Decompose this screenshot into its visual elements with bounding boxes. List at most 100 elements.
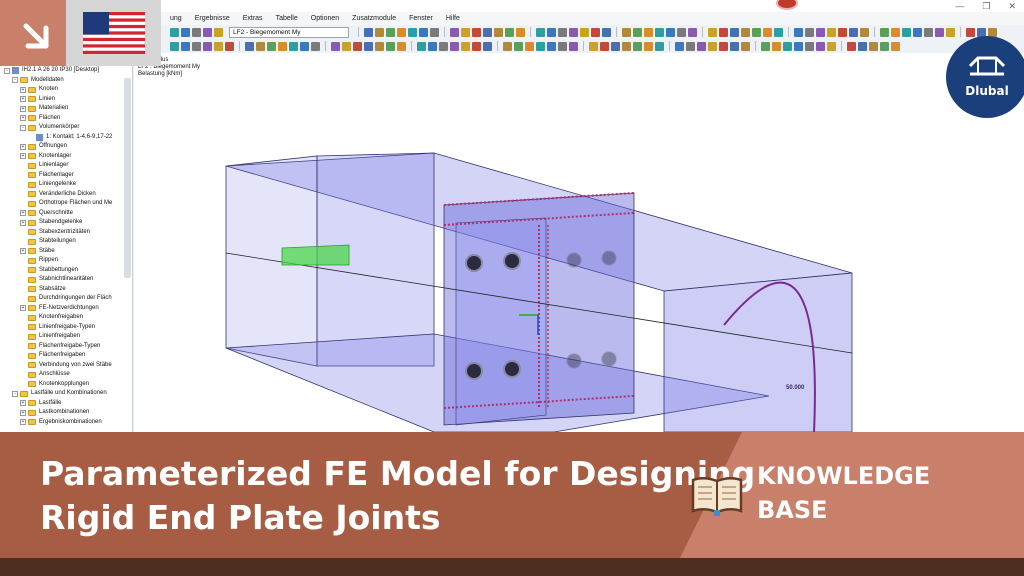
toolbar-button-icon[interactable] [935,27,944,37]
toolbar-button-icon[interactable] [891,41,900,51]
expand-icon[interactable]: + [20,248,26,255]
expand-icon[interactable]: + [20,115,26,122]
navigator-item[interactable]: + Öffnungen [0,142,132,152]
toolbar-button-icon[interactable] [408,27,417,37]
navigator-item[interactable]: - Lastfälle und Kombinationen [0,389,132,399]
toolbar-button-icon[interactable] [849,27,858,37]
toolbar-button-icon[interactable] [214,27,223,37]
navigator-item[interactable]: - IH2.1 A 26 20 tP30 [Desktop] [0,66,132,76]
toolbar-button-icon[interactable] [741,41,750,51]
menu-item[interactable]: Tabelle [276,12,298,25]
toolbar-button-icon[interactable] [311,41,320,51]
toolbar-button-icon[interactable] [256,41,265,51]
menu-item[interactable]: Zusatzmodule [352,12,396,25]
navigator-item[interactable]: 1: Kontakt; 1-4,6-9,17-22 [0,133,132,143]
toolbar-button-icon[interactable] [783,41,792,51]
toolbar-button-icon[interactable] [419,27,428,37]
toolbar-button-icon[interactable] [600,41,609,51]
toolbar-button-icon[interactable] [364,41,373,51]
toolbar-button-icon[interactable] [214,41,223,51]
toolbar-button-icon[interactable] [847,41,856,51]
navigator-item[interactable]: Flächenfreigabe-Typen [0,342,132,352]
toolbar-button-icon[interactable] [622,27,631,37]
toolbar-button-icon[interactable] [589,41,598,51]
toolbar-button-icon[interactable] [439,41,448,51]
toolbar-button-icon[interactable] [644,41,653,51]
toolbar-button-icon[interactable] [633,27,642,37]
menu-item[interactable]: ung [170,12,182,25]
navigator-item[interactable]: + Stabendgelenke [0,218,132,228]
toolbar-button-icon[interactable] [838,27,847,37]
toolbar-button-icon[interactable] [192,41,201,51]
navigator-item[interactable]: Stabnichtlinearitäten [0,275,132,285]
toolbar-button-icon[interactable] [386,27,395,37]
toolbar-button-icon[interactable] [547,27,556,37]
toolbar-button-icon[interactable] [472,27,481,37]
restore-icon[interactable]: ❐ [982,0,990,12]
toolbar-button-icon[interactable] [494,27,503,37]
toolbar-button-icon[interactable] [203,41,212,51]
navigator-item[interactable]: Stabbettungen [0,266,132,276]
toolbar-button-icon[interactable] [761,41,770,51]
toolbar-button-icon[interactable] [675,41,684,51]
expand-icon[interactable]: + [20,409,26,416]
toolbar-button-icon[interactable] [364,27,373,37]
toolbar-button-icon[interactable] [860,27,869,37]
navigator-item[interactable]: + Knoten [0,85,132,95]
toolbar-button-icon[interactable] [450,41,459,51]
toolbar-button-icon[interactable] [536,27,545,37]
toolbar-button-icon[interactable] [397,41,406,51]
navigator-item[interactable]: + Stäbe [0,247,132,257]
navigator-item[interactable]: Stabexzentrizitäten [0,228,132,238]
toolbar-button-icon[interactable] [880,41,889,51]
toolbar-button-icon[interactable] [331,41,340,51]
navigator-item[interactable]: - Volumenkörper [0,123,132,133]
toolbar-button-icon[interactable] [730,27,739,37]
navigator-item[interactable]: Flächenfreigaben [0,351,132,361]
toolbar-button-icon[interactable] [278,41,287,51]
toolbar-button-icon[interactable] [741,27,750,37]
toolbar-button-icon[interactable] [225,41,234,51]
toolbar-button-icon[interactable] [752,27,761,37]
expand-icon[interactable]: + [20,86,26,93]
toolbar-button-icon[interactable] [428,41,437,51]
navigator-item[interactable]: Liniengelenke [0,180,132,190]
toolbar-button-icon[interactable] [688,27,697,37]
expand-icon[interactable]: + [20,105,26,112]
toolbar-button-icon[interactable] [558,41,567,51]
expand-icon[interactable]: + [20,153,26,160]
language-flag[interactable] [66,0,161,66]
menu-item[interactable]: Extras [243,12,263,25]
toolbar-button-icon[interactable] [450,27,459,37]
toolbar-button-icon[interactable] [375,27,384,37]
toolbar-button-icon[interactable] [805,41,814,51]
model-viewport[interactable]: 50.000 zeitsmodus LF2 : Biegemoment My B… [134,53,1024,432]
toolbar-button-icon[interactable] [181,41,190,51]
collapse-icon[interactable]: - [4,67,10,74]
toolbar-button-icon[interactable] [805,27,814,37]
toolbar-button-icon[interactable] [858,41,867,51]
expand-icon[interactable]: + [20,419,26,426]
expand-icon[interactable]: + [20,219,26,226]
navigator-item[interactable]: + Ergebniskombinationen [0,418,132,428]
menu-item[interactable]: Fenster [409,12,433,25]
toolbar-button-icon[interactable] [192,27,201,37]
collapse-icon[interactable]: - [12,77,18,84]
toolbar-button-icon[interactable] [913,27,922,37]
toolbar-button-icon[interactable] [708,27,717,37]
toolbar-button-icon[interactable] [505,27,514,37]
toolbar-button-icon[interactable] [869,41,878,51]
toolbar-button-icon[interactable] [730,41,739,51]
navigator-item[interactable]: Flächenlager [0,171,132,181]
minimize-icon[interactable]: — [955,0,964,12]
toolbar-button-icon[interactable] [483,27,492,37]
toolbar-button-icon[interactable] [461,27,470,37]
navigator-item[interactable]: Veränderliche Dicken [0,190,132,200]
toolbar-button-icon[interactable] [655,27,664,37]
navigator-item[interactable]: Stabsätze [0,285,132,295]
toolbar-button-icon[interactable] [203,27,212,37]
expand-icon[interactable]: + [20,305,26,312]
navigator-item[interactable]: + Knotenlager [0,152,132,162]
toolbar-button-icon[interactable] [666,27,675,37]
toolbar-button-icon[interactable] [483,41,492,51]
